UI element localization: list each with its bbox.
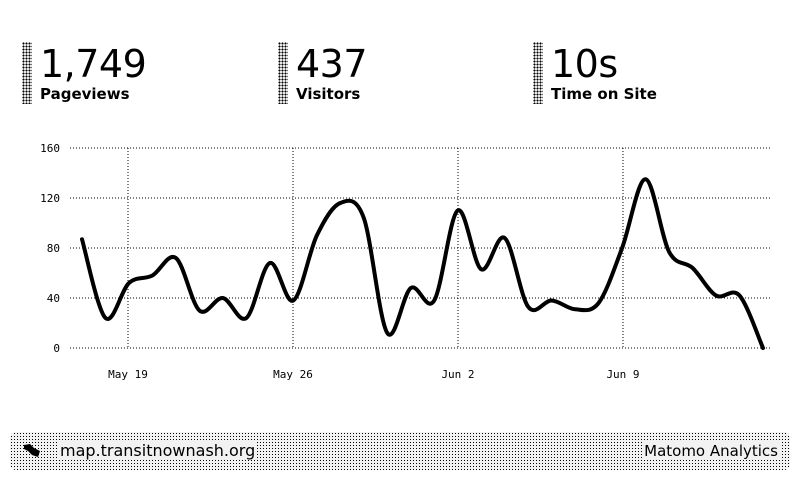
- data-point: [760, 345, 766, 351]
- stat-value: 1,749: [40, 42, 147, 86]
- stat-value: 10s: [551, 42, 618, 86]
- data-point: [549, 298, 555, 304]
- stat-time-on-site: 10s Time on Site: [533, 42, 657, 104]
- data-point: [267, 260, 273, 266]
- x-tick-label: Jun 2: [441, 368, 474, 381]
- y-tick-label: 0: [53, 342, 60, 355]
- stat-label: Pageviews: [40, 85, 130, 103]
- data-point: [690, 265, 696, 271]
- data-point: [196, 308, 202, 314]
- data-point: [384, 330, 390, 336]
- footer-bar: map.transitnownash.org Matomo Analytics: [10, 432, 790, 470]
- data-point: [79, 236, 85, 242]
- data-point: [478, 266, 484, 272]
- data-point: [525, 304, 531, 310]
- data-point: [737, 293, 743, 299]
- stat-label: Time on Site: [551, 85, 657, 103]
- pageviews-series-line: [80, 177, 765, 350]
- stat-accent-bar: [533, 42, 543, 104]
- data-point: [243, 315, 249, 321]
- data-point: [102, 315, 108, 321]
- stat-accent-bar: [22, 42, 32, 104]
- y-tick-label: 120: [40, 192, 60, 205]
- stat-value: 437: [296, 42, 368, 86]
- data-point: [666, 249, 672, 255]
- x-tick-label: Jun 9: [606, 368, 639, 381]
- stat-label: Visitors: [296, 85, 361, 103]
- data-point: [572, 306, 578, 312]
- data-point: [149, 273, 155, 279]
- x-tick-label: May 19: [108, 368, 148, 381]
- x-axis-ticks: May 19 May 26 Jun 2 Jun 9: [108, 368, 639, 381]
- data-point: [126, 280, 132, 286]
- y-axis-ticks: 160 120 80 40 0: [40, 142, 60, 355]
- site-url-link[interactable]: map.transitnownash.org: [58, 442, 258, 460]
- stat-visitors: 437 Visitors: [278, 42, 368, 104]
- data-point: [337, 200, 343, 206]
- data-point: [455, 208, 461, 214]
- stat-accent-bar: [278, 42, 288, 104]
- y-tick-label: 40: [47, 292, 60, 305]
- data-point: [408, 285, 414, 291]
- data-point: [643, 176, 649, 182]
- matomo-analytics-link[interactable]: Matomo Analytics: [642, 442, 780, 460]
- pageviews-line-chart: 160 120 80 40 0 May 19 May 26 Jun 2 Jun 9: [40, 142, 772, 381]
- x-tick-label: May 26: [273, 368, 313, 381]
- data-point: [596, 300, 602, 306]
- chart-series: [79, 176, 766, 351]
- data-point: [713, 293, 719, 299]
- data-point: [314, 233, 320, 239]
- data-point: [502, 235, 508, 241]
- data-point: [173, 255, 179, 261]
- data-point: [361, 215, 367, 221]
- data-point: [290, 298, 296, 304]
- y-tick-label: 80: [47, 242, 60, 255]
- y-tick-label: 160: [40, 142, 60, 155]
- stat-pageviews: 1,749 Pageviews: [22, 42, 147, 104]
- data-point: [619, 245, 625, 251]
- data-point: [431, 298, 437, 304]
- footprint-icon: [24, 444, 40, 457]
- data-point: [220, 295, 226, 301]
